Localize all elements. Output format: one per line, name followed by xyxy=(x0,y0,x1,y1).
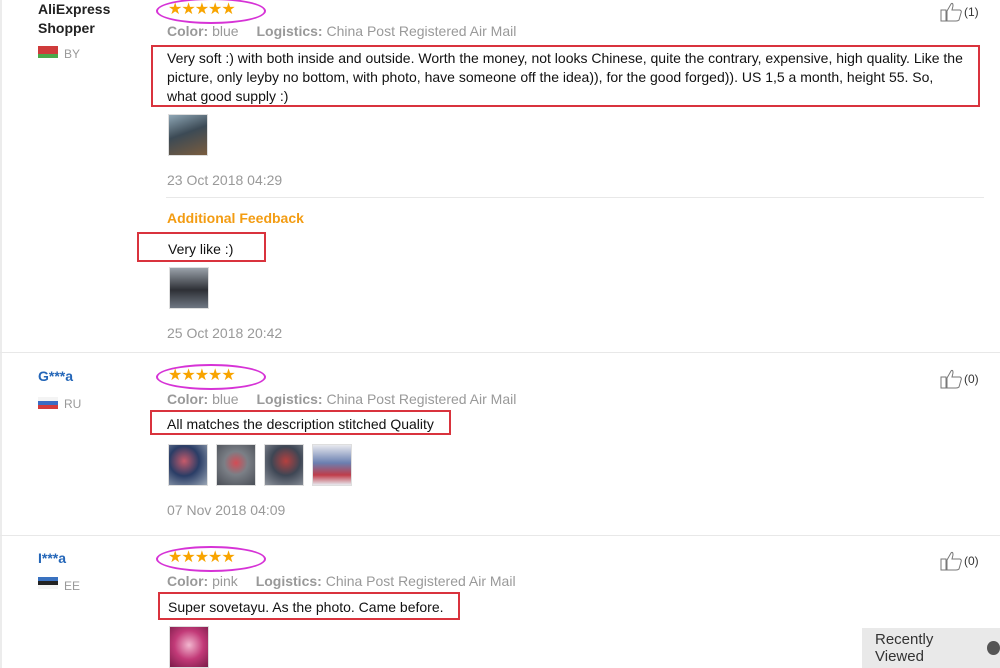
review-photo-thumbnail[interactable] xyxy=(169,626,209,668)
logistics-label: Logistics: xyxy=(256,23,323,39)
logistics-value: China Post Registered Air Mail xyxy=(326,391,517,407)
buyer-name[interactable]: I***a xyxy=(38,549,66,568)
recently-viewed-label: Recently Viewed xyxy=(875,631,934,665)
helpful-button[interactable]: (1) xyxy=(940,2,979,22)
color-value: blue xyxy=(212,23,239,39)
flag-ee-icon xyxy=(38,577,58,589)
additional-photo-thumbnail[interactable] xyxy=(169,267,209,309)
review-photo-thumbnail[interactable] xyxy=(168,444,208,486)
review-photo-thumbnail[interactable] xyxy=(168,114,208,156)
buyer-name[interactable]: G***a xyxy=(38,367,73,386)
buyer-country: BY xyxy=(64,47,81,61)
logistics-label: Logistics: xyxy=(256,391,323,407)
review-divider xyxy=(0,535,1000,536)
buyer-country: EE xyxy=(64,579,81,593)
review-divider xyxy=(0,352,1000,353)
color-label: Color: xyxy=(167,391,209,407)
color-value: blue xyxy=(212,391,239,407)
color-label: Color: xyxy=(167,573,209,589)
review-date: 07 Nov 2018 04:09 xyxy=(167,502,286,518)
additional-feedback-text: Very like :) xyxy=(137,232,266,262)
star-rating: ★★★★★ xyxy=(168,549,236,566)
divider xyxy=(166,197,984,198)
helpful-button[interactable]: (0) xyxy=(940,551,979,571)
circle-icon xyxy=(987,641,1000,655)
order-info: Color: blue Logistics: China Post Regist… xyxy=(167,391,516,407)
order-info: Color: pink Logistics: China Post Regist… xyxy=(167,573,516,589)
logistics-value: China Post Registered Air Mail xyxy=(326,23,517,39)
logistics-label: Logistics: xyxy=(255,573,322,589)
logistics-value: China Post Registered Air Mail xyxy=(325,573,516,589)
helpful-button[interactable]: (0) xyxy=(940,369,979,389)
color-value: pink xyxy=(212,573,238,589)
star-rating: ★★★★★ xyxy=(168,1,236,18)
thumbs-up-icon xyxy=(940,551,962,571)
left-border xyxy=(0,0,2,668)
flag-by-icon xyxy=(38,46,58,58)
recently-viewed-button[interactable]: Recently Viewed xyxy=(862,628,1000,668)
like-count: (0) xyxy=(964,372,979,386)
additional-feedback-date: 25 Oct 2018 20:42 xyxy=(167,325,283,341)
buyer-name[interactable]: AliExpress Shopper xyxy=(38,0,128,38)
color-label: Color: xyxy=(167,23,209,39)
review-text: Super sovetayu. As the photo. Came befor… xyxy=(158,592,460,620)
buyer-country: RU xyxy=(64,397,82,411)
review-photo-thumbnail[interactable] xyxy=(312,444,352,486)
review-date: 23 Oct 2018 04:29 xyxy=(167,172,283,188)
like-count: (0) xyxy=(964,554,979,568)
star-rating: ★★★★★ xyxy=(168,367,236,384)
review-photo-thumbnail[interactable] xyxy=(264,444,304,486)
review-photo-thumbnail[interactable] xyxy=(216,444,256,486)
thumbs-up-icon xyxy=(940,369,962,389)
review-text: Very soft :) with both inside and outsid… xyxy=(151,45,980,107)
order-info: Color: blue Logistics: China Post Regist… xyxy=(167,23,516,39)
additional-feedback-title: Additional Feedback xyxy=(167,210,304,226)
review-text: All matches the description stitched Qua… xyxy=(150,410,451,435)
flag-ru-icon xyxy=(38,397,58,409)
thumbs-up-icon xyxy=(940,2,962,22)
like-count: (1) xyxy=(964,5,979,19)
